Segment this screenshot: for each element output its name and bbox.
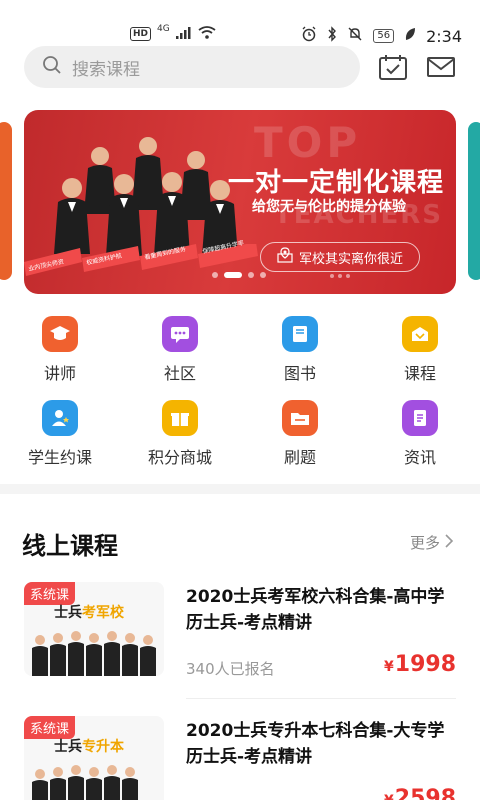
clock: 2:34 bbox=[426, 26, 462, 46]
menu-item-course[interactable]: 课程 bbox=[360, 316, 480, 386]
menu-item-books[interactable]: 图书 bbox=[240, 316, 360, 386]
menu-item-community[interactable]: 社区 bbox=[120, 316, 240, 386]
menu-label: 学生约课 bbox=[27, 448, 92, 467]
student-star-icon bbox=[42, 400, 78, 436]
menu-item-teacher[interactable]: 讲师 bbox=[0, 316, 120, 386]
banner-pill: 军校其实离你很近 bbox=[260, 242, 420, 272]
signal-icon bbox=[175, 26, 192, 42]
book-icon bbox=[282, 316, 318, 352]
banner-title: 一对一定制化课程 bbox=[228, 168, 445, 198]
banner-pill-text: 军校其实离你很近 bbox=[298, 251, 403, 267]
thumbnail-title: 士兵考军校 bbox=[54, 605, 124, 621]
leaf-icon bbox=[404, 27, 416, 45]
mail-icon[interactable] bbox=[426, 52, 456, 82]
more-label: 更多 bbox=[409, 534, 440, 552]
banner-subtitle: 给您无与伦比的提分体验 bbox=[252, 199, 406, 215]
status-left: HD 4G bbox=[130, 24, 216, 42]
map-pin-icon bbox=[277, 247, 293, 267]
network-type: 4G bbox=[157, 24, 170, 34]
carousel-dot-active bbox=[224, 272, 242, 278]
menu-label: 刷题 bbox=[283, 448, 316, 467]
chevron-right-icon bbox=[444, 533, 454, 552]
menu-label: 资讯 bbox=[403, 448, 436, 467]
banner-slide[interactable]: TOP TEACHERS 业内顶尖师资 权威资料护航 看重周到的服务 保障超高升… bbox=[24, 110, 456, 294]
folder-icon bbox=[282, 400, 318, 436]
menu-item-student-booking[interactable]: 学生约课 bbox=[0, 400, 120, 470]
thumbnail-teachers bbox=[32, 765, 138, 800]
menu-label: 社区 bbox=[163, 364, 196, 383]
enrolled-count: 340人已报名 bbox=[186, 660, 275, 678]
menu-item-practice[interactable]: 刷题 bbox=[240, 400, 360, 470]
carousel-dot bbox=[212, 272, 218, 278]
course-thumbnail: 系统课 士兵专升本 bbox=[24, 716, 164, 800]
menu-item-news[interactable]: 资讯 bbox=[360, 400, 480, 470]
teacher-hat-icon bbox=[42, 316, 78, 352]
course-card[interactable]: 系统课 士兵考军校 2020士兵考军校六科合集-高中学历士兵-考点精讲 340人… bbox=[0, 582, 480, 702]
wifi-icon bbox=[198, 26, 216, 42]
thumbnail-teachers bbox=[32, 631, 156, 676]
course-price: ¥1998 bbox=[384, 652, 456, 677]
course-thumbnail: 系统课 士兵考军校 bbox=[24, 582, 164, 676]
section-title: 线上课程 bbox=[22, 532, 118, 560]
battery-indicator: 56 bbox=[373, 29, 395, 43]
menu-label: 课程 bbox=[403, 364, 436, 383]
teachers-photo bbox=[54, 137, 238, 256]
bluetooth-icon bbox=[327, 26, 337, 46]
menu-label: 积分商城 bbox=[147, 448, 212, 467]
calendar-check-icon[interactable] bbox=[378, 52, 408, 82]
document-icon bbox=[402, 400, 438, 436]
course-price: ¥2598 bbox=[384, 786, 456, 800]
section-divider bbox=[0, 484, 480, 494]
chat-bubble-icon bbox=[162, 316, 198, 352]
carousel-dot bbox=[248, 272, 254, 278]
row-divider bbox=[186, 698, 456, 699]
course-box-icon bbox=[402, 316, 438, 352]
search-placeholder: 搜索课程 bbox=[72, 59, 140, 80]
status-right: 56 2:34 bbox=[301, 26, 462, 46]
feature-menu-grid: 讲师 社区 图书 课程 学生约课 积分商城 刷题 资讯 bbox=[0, 312, 480, 472]
status-bar: HD 4G 56 2:34 bbox=[0, 0, 480, 46]
course-title: 2020士兵考军校六科合集-高中学历士兵-考点精讲 bbox=[186, 587, 445, 633]
carousel-dot bbox=[260, 272, 266, 278]
thumbnail-title: 士兵专升本 bbox=[54, 739, 124, 755]
more-link[interactable]: 更多 bbox=[410, 532, 454, 553]
banner-carousel[interactable]: TOP TEACHERS 业内顶尖师资 权威资料护航 看重周到的服务 保障超高升… bbox=[0, 110, 480, 296]
course-card[interactable]: 系统课 士兵专升本 2020士兵专升本七科合集-大专学历士兵-考点精讲 ¥259… bbox=[0, 716, 480, 800]
next-banner-peek[interactable] bbox=[468, 122, 480, 280]
prev-banner-peek[interactable] bbox=[0, 122, 12, 280]
mute-bell-icon bbox=[347, 26, 363, 46]
inner-dots bbox=[330, 274, 350, 278]
hd-badge: HD bbox=[130, 27, 152, 41]
alarm-icon bbox=[301, 26, 317, 46]
search-input[interactable]: 搜索课程 bbox=[24, 46, 360, 88]
menu-label: 讲师 bbox=[43, 364, 76, 383]
banner-ghost-text: TOP bbox=[254, 118, 362, 167]
course-title: 2020士兵专升本七科合集-大专学历士兵-考点精讲 bbox=[186, 721, 445, 767]
menu-label: 图书 bbox=[283, 364, 316, 383]
search-icon bbox=[42, 55, 62, 79]
carousel-dots bbox=[212, 272, 266, 278]
menu-item-points-mall[interactable]: 积分商城 bbox=[120, 400, 240, 470]
gift-icon bbox=[162, 400, 198, 436]
